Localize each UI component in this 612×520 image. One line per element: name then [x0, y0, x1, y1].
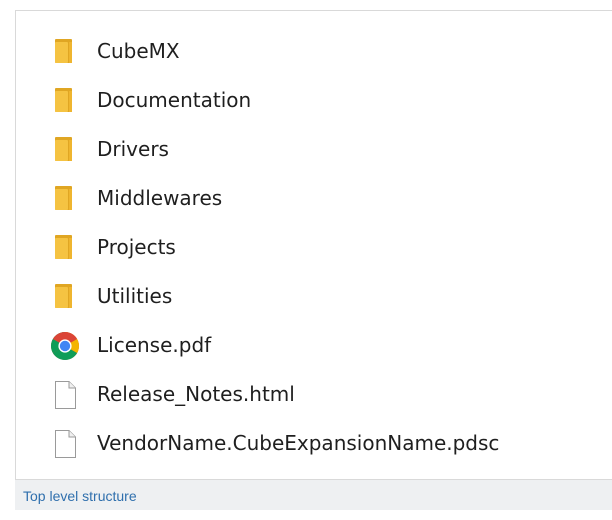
file-row-utilities[interactable]: Utilities: [16, 272, 612, 321]
file-row-projects[interactable]: Projects: [16, 223, 612, 272]
file-name-label: Utilities: [97, 284, 173, 308]
file-name-label: License.pdf: [97, 333, 212, 357]
chrome-icon: [50, 331, 80, 361]
file-list: CubeMX Documentation Drivers Middlewares: [16, 27, 612, 468]
file-name-label: VendorName.CubeExpansionName.pdsc: [97, 431, 500, 455]
figure-caption: Top level structure: [15, 480, 612, 510]
document-icon: [50, 429, 80, 459]
file-name-label: Middlewares: [97, 186, 223, 210]
file-name-label: CubeMX: [97, 39, 180, 63]
folder-icon: [50, 86, 80, 116]
folder-icon: [50, 37, 80, 67]
file-name-label: Release_Notes.html: [97, 382, 295, 406]
file-name-label: Documentation: [97, 88, 252, 112]
file-row-cubemx[interactable]: CubeMX: [16, 27, 612, 76]
caption-text: Top level structure: [23, 488, 137, 504]
folder-icon: [50, 135, 80, 165]
folder-icon: [50, 184, 80, 214]
file-row-documentation[interactable]: Documentation: [16, 76, 612, 125]
file-name-label: Drivers: [97, 137, 169, 161]
folder-icon: [50, 233, 80, 263]
file-explorer-panel: CubeMX Documentation Drivers Middlewares: [15, 10, 612, 480]
file-row-middlewares[interactable]: Middlewares: [16, 174, 612, 223]
document-icon: [50, 380, 80, 410]
folder-icon: [50, 282, 80, 312]
file-name-label: Projects: [97, 235, 176, 259]
file-row-license[interactable]: License.pdf: [16, 321, 612, 370]
file-row-release-notes[interactable]: Release_Notes.html: [16, 370, 612, 419]
file-row-pdsc[interactable]: VendorName.CubeExpansionName.pdsc: [16, 419, 612, 468]
file-row-drivers[interactable]: Drivers: [16, 125, 612, 174]
